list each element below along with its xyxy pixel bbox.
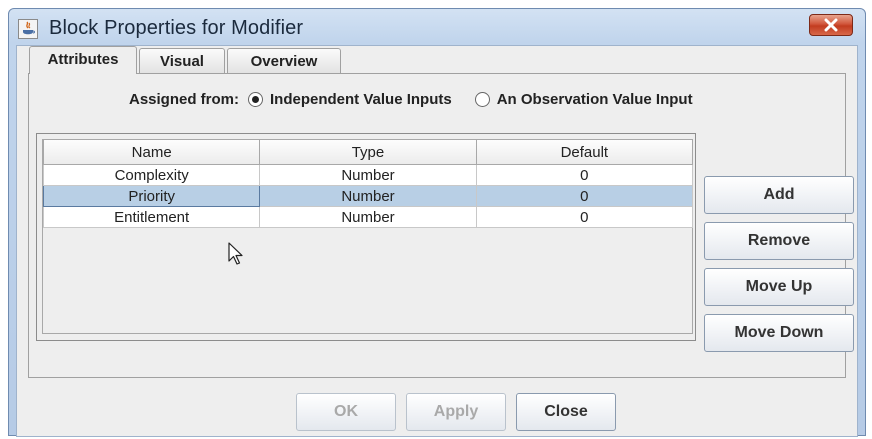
window-title: Block Properties for Modifier <box>49 17 304 39</box>
cell-type[interactable]: Number <box>259 185 477 207</box>
tab-attributes[interactable]: Attributes <box>29 46 137 74</box>
close-icon <box>824 18 838 32</box>
cell-name[interactable]: Complexity <box>42 164 261 186</box>
mouse-cursor-icon <box>228 242 243 265</box>
table-row[interactable]: Entitlement Number 0 <box>42 206 694 228</box>
cell-default[interactable]: 0 <box>475 185 694 207</box>
cell-type[interactable]: Number <box>259 206 477 228</box>
assigned-from-label: Assigned from: <box>129 91 240 108</box>
radio-button-unchecked[interactable] <box>474 92 490 107</box>
column-header-type[interactable]: Type <box>259 140 477 165</box>
window-close-button[interactable] <box>809 14 853 36</box>
radio-button-checked[interactable] <box>248 92 264 107</box>
move-up-button[interactable]: Move Up <box>704 268 854 306</box>
tab-visual[interactable]: Visual <box>139 48 225 74</box>
add-button[interactable]: Add <box>704 176 854 214</box>
remove-button[interactable]: Remove <box>704 222 854 260</box>
table-row-selected[interactable]: Priority Number 0 <box>42 185 694 207</box>
radio-observation-value-input[interactable]: An Observation Value Input <box>474 91 693 108</box>
attributes-table-container: Name Type Default Complexity Number 0 Pr… <box>36 133 696 341</box>
table-row[interactable]: Complexity Number 0 <box>42 164 694 186</box>
column-header-name[interactable]: Name <box>42 140 261 165</box>
tab-overview[interactable]: Overview <box>227 48 341 74</box>
java-app-icon <box>18 19 38 39</box>
radio-independent-value-inputs[interactable]: Independent Value Inputs <box>248 91 452 108</box>
ok-button[interactable]: OK <box>296 393 396 431</box>
cell-name[interactable]: Entitlement <box>42 206 261 228</box>
cell-name[interactable]: Priority <box>42 185 261 207</box>
attributes-table: Name Type Default Complexity Number 0 Pr… <box>42 140 694 228</box>
radio-label-independent: Independent Value Inputs <box>270 91 452 108</box>
dialog-window: Block Properties for Modifier Attributes… <box>8 8 866 437</box>
title-bar[interactable]: Block Properties for Modifier <box>9 9 865 45</box>
column-header-default[interactable]: Default <box>475 140 694 165</box>
radio-label-observation: An Observation Value Input <box>496 91 693 108</box>
cell-default[interactable]: 0 <box>475 164 694 186</box>
attributes-table-viewport[interactable]: Name Type Default Complexity Number 0 Pr… <box>42 139 694 334</box>
cell-default[interactable]: 0 <box>475 206 694 228</box>
assigned-from-row: Assigned from: Independent Value Inputs … <box>129 91 693 108</box>
close-button[interactable]: Close <box>516 393 616 431</box>
table-header-row: Name Type Default <box>42 140 694 165</box>
apply-button[interactable]: Apply <box>406 393 506 431</box>
cell-type[interactable]: Number <box>259 164 477 186</box>
move-down-button[interactable]: Move Down <box>704 314 854 352</box>
